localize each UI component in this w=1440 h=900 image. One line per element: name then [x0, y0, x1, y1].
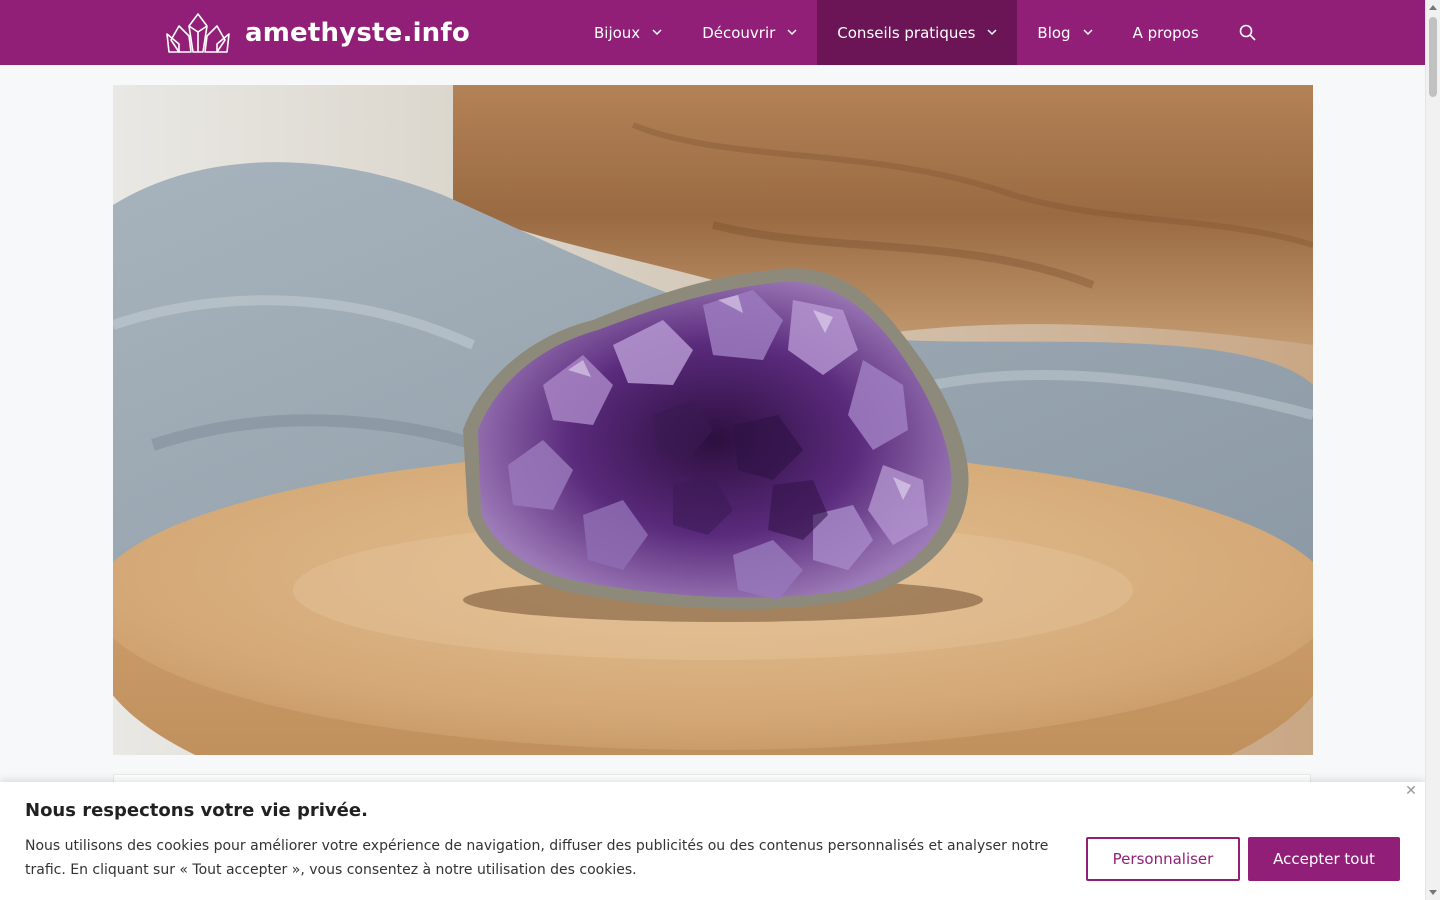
- nav-item-label: Bijoux: [594, 23, 641, 42]
- nav-item-label: A propos: [1132, 23, 1199, 42]
- close-icon[interactable]: ✕: [1404, 784, 1418, 798]
- scrollbar[interactable]: [1425, 0, 1440, 900]
- site-title[interactable]: amethyste.info: [245, 18, 470, 48]
- amethyst-geode-photo: [113, 85, 1313, 755]
- nav-item-label: Blog: [1037, 23, 1071, 42]
- site-header: amethyste.info Bijoux Découvrir Conseils…: [0, 0, 1425, 65]
- nav-item-label: Découvrir: [702, 23, 776, 42]
- main-nav: Bijoux Découvrir Conseils pratiques Blog…: [574, 0, 1276, 65]
- nav-item-label: Conseils pratiques: [837, 23, 976, 42]
- brand[interactable]: amethyste.info: [165, 10, 470, 55]
- scroll-thumb[interactable]: [1429, 17, 1437, 97]
- nav-item-conseils-pratiques[interactable]: Conseils pratiques: [817, 0, 1018, 65]
- nav-item-a-propos[interactable]: A propos: [1113, 0, 1219, 65]
- hero-image: [113, 85, 1313, 755]
- cookie-banner: ✕ Nous respectons votre vie privée. Nous…: [0, 782, 1425, 900]
- chevron-down-icon: [652, 29, 662, 36]
- accept-all-button[interactable]: Accepter tout: [1248, 837, 1400, 881]
- nav-item-blog[interactable]: Blog: [1017, 0, 1112, 65]
- search-icon: [1239, 24, 1256, 41]
- crystal-logo-icon: [166, 12, 230, 53]
- scroll-up-icon[interactable]: [1429, 5, 1437, 10]
- search-button[interactable]: [1219, 0, 1276, 65]
- scroll-down-icon[interactable]: [1429, 890, 1437, 895]
- nav-item-bijoux[interactable]: Bijoux: [574, 0, 682, 65]
- cookie-text: Nous utilisons des cookies pour améliore…: [25, 838, 1049, 878]
- customize-button[interactable]: Personnaliser: [1086, 837, 1240, 881]
- chevron-down-icon: [1083, 29, 1093, 36]
- chevron-down-icon: [787, 29, 797, 36]
- chevron-down-icon: [987, 29, 997, 36]
- cookie-title: Nous respectons votre vie privée.: [25, 800, 368, 821]
- nav-item-decouvrir[interactable]: Découvrir: [682, 0, 817, 65]
